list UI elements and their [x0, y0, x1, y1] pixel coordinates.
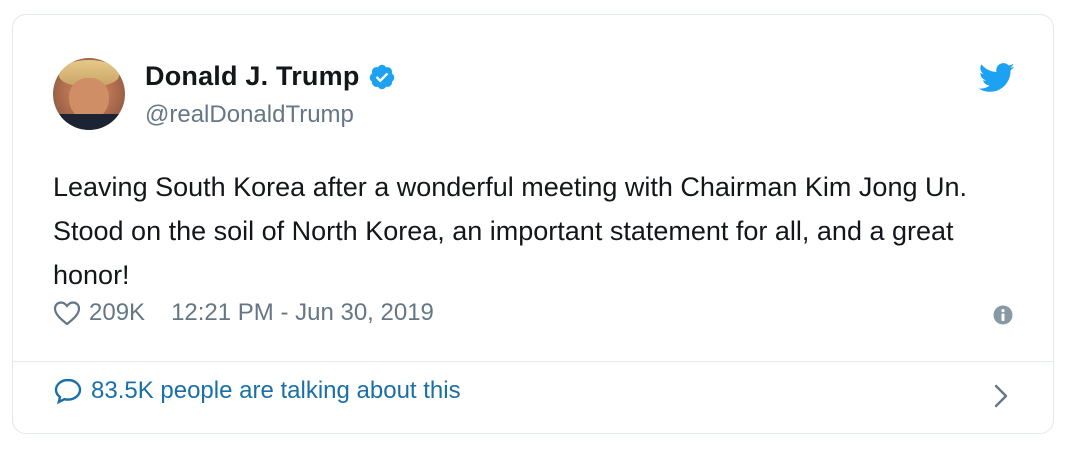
author-display-name[interactable]: Donald J. Trump — [145, 61, 360, 92]
speech-bubble-icon — [54, 378, 82, 405]
like-count[interactable]: 209K — [89, 299, 145, 327]
info-icon[interactable] — [993, 305, 1013, 325]
author-name-row[interactable]: Donald J. Trump — [145, 61, 396, 92]
tweet-timestamp[interactable]: 12:21 PM - Jun 30, 2019 — [171, 299, 434, 327]
heart-icon[interactable] — [53, 300, 81, 326]
talking-about-text[interactable]: 83.5K people are talking about this — [91, 377, 461, 405]
divider — [13, 361, 1053, 362]
tweet-embed-card: Donald J. Trump @realDonaldTrump Leaving… — [12, 14, 1054, 434]
conversation-link[interactable]: 83.5K people are talking about this — [53, 377, 461, 405]
avatar[interactable] — [53, 58, 125, 130]
tweet-text: Leaving South Korea after a wonderful me… — [53, 172, 967, 290]
author-handle[interactable]: @realDonaldTrump — [145, 101, 354, 129]
chevron-right-icon[interactable] — [993, 383, 1009, 409]
tweet-meta-row: 209K 12:21 PM - Jun 30, 2019 — [53, 299, 434, 327]
verified-badge-icon — [369, 64, 394, 89]
twitter-bird-icon[interactable] — [979, 63, 1015, 93]
